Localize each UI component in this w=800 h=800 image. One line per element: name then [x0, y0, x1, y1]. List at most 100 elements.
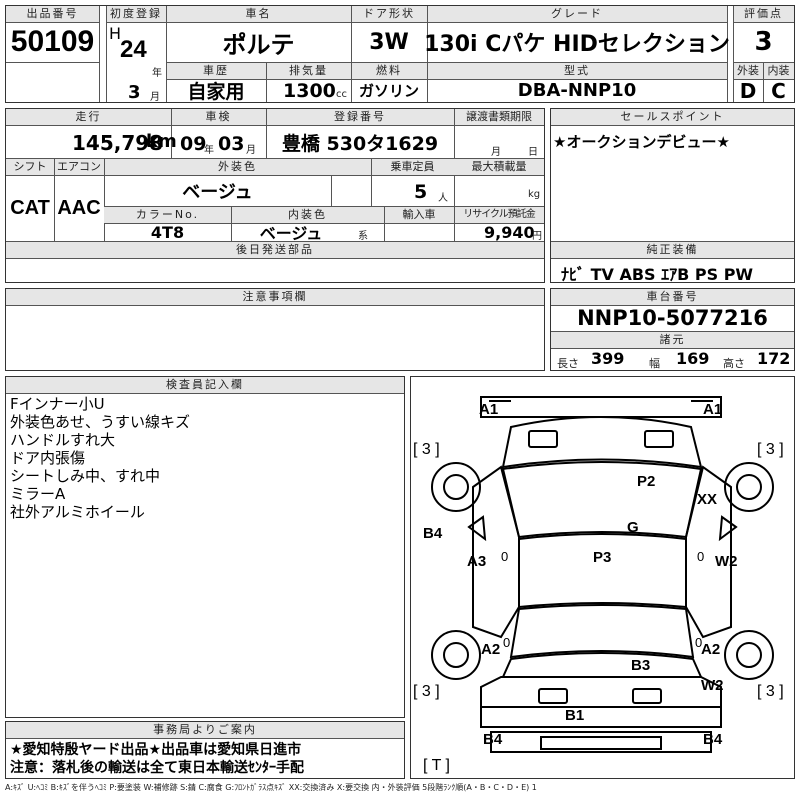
import-label: 輸入車: [384, 207, 454, 224]
specs-label: 諸元: [551, 331, 794, 349]
inspection-month: 03: [218, 133, 245, 155]
inspector-box: 検査員記入欄 Fインナー小U 外装色あせ、うすい線キズ ハンドルすれ大 ドア内張…: [5, 376, 405, 718]
capacity-label: 乗車定員: [371, 159, 454, 176]
damage-zero-3: 0: [503, 635, 511, 650]
damage-a1-front-right: A1: [703, 401, 723, 418]
inspector-label: 検査員記入欄: [6, 377, 404, 394]
lot-label: 出品番号: [6, 6, 99, 23]
height-label: 高さ: [723, 357, 745, 370]
model-code: DBA-NNP10: [517, 80, 637, 101]
notes-label: 注意事項欄: [6, 289, 544, 306]
damage-b4-left: B4: [423, 525, 443, 542]
inspection-month-unit: 月: [246, 145, 256, 156]
inspection-year: 09: [180, 133, 207, 155]
inspector-line: 社外アルミホイール: [10, 503, 145, 521]
registration-number: 豊橋 530タ1629: [281, 132, 439, 155]
chassis-label: 車台番号: [551, 289, 794, 306]
damage-w2-right: W2: [715, 553, 738, 570]
max-load-unit: kg: [528, 189, 541, 200]
sales-point-box: セールスポイント ★オークションデビュー★ 純正装備 ﾅﾋﾞ TV ABS ｴｱ…: [550, 108, 795, 284]
chassis-box: 車台番号 NNP10-5077216 諸元 長さ 399 幅 169 高さ 17…: [550, 288, 795, 371]
color-no-label: カラーNo.: [104, 207, 231, 224]
transfer-day-unit: 日: [528, 147, 538, 158]
damage-b1: B1: [565, 707, 585, 724]
damage-zero-1: 0: [501, 549, 509, 564]
int-color-unit: 系: [358, 231, 368, 242]
int-color-value: ベージュ: [259, 224, 323, 243]
damage-w2-rear: W2: [701, 677, 724, 694]
width-label: 幅: [649, 357, 660, 370]
car-name-label: 車名: [166, 6, 351, 23]
legend-text: A:ｷｽﾞ U:ﾍｺﾐ B:ｷｽﾞを伴うﾍｺﾐ P:要塗装 W:補修跡 S:錆 …: [5, 783, 537, 792]
ext-color-label: 外装色: [104, 159, 371, 176]
height-value: 172: [757, 349, 791, 368]
length-label: 長さ: [557, 357, 579, 370]
damage-b4-rear-left: B4: [483, 731, 503, 748]
damage-zero-2: 0: [697, 549, 705, 564]
width-value: 169: [676, 349, 710, 368]
damage-a2-right: A2: [701, 641, 721, 658]
first-reg-month: 3: [128, 82, 141, 103]
office-box: 事務局よりご案内 ★愛知特殷ヤード出品★出品車は愛知県日進市 注意：落札後の輸送…: [5, 721, 405, 779]
mileage-unit: km: [146, 131, 177, 152]
damage-a3: A3: [467, 553, 487, 570]
car-outline: [431, 396, 774, 753]
aircon-value: AAC: [57, 196, 101, 219]
color-no-value: 4T8: [150, 222, 185, 242]
damage-p3: P3: [593, 549, 612, 566]
capacity-unit: 人: [438, 193, 448, 204]
first-reg-month-unit: 月: [150, 92, 160, 103]
office-label: 事務局よりご案内: [6, 722, 404, 739]
first-reg-label: 初度登録: [106, 6, 166, 23]
inspector-line: ドア内張傷: [10, 449, 86, 467]
capacity-value: 5: [414, 181, 428, 203]
length-value: 399: [591, 349, 625, 368]
int-grade-value: C: [771, 78, 786, 103]
fuel-value: ガソリン: [358, 82, 419, 100]
recycle-value: 9,940: [484, 223, 535, 242]
model-label: 型式: [427, 63, 727, 80]
damage-g: G: [627, 519, 639, 536]
fuel-label: 燃料: [351, 63, 427, 80]
damage-b3: B3: [631, 657, 651, 674]
office-line-2: 注意：落札後の輸送は全て東日本輸送ｾﾝﾀｰ手配: [10, 760, 304, 776]
displacement-label: 排気量: [266, 63, 351, 80]
damage-p2: P2: [637, 473, 656, 490]
lot-number: 50109: [10, 25, 95, 58]
equipment-label: 純正装備: [551, 242, 794, 259]
notes-box: 注意事項欄: [5, 288, 545, 371]
score-value: 3: [754, 27, 773, 57]
vehicle-detail-box: 走行 車検 登録番号 譲渡書類期限 145,798 km 09 年 03 月 豊…: [5, 108, 545, 283]
chassis-number: NNP10-5077216: [577, 306, 768, 330]
first-reg-year-unit: 年: [152, 68, 162, 79]
int-grade-label: 内装: [763, 63, 794, 80]
car-name: ポルテ: [222, 30, 295, 59]
later-parts-label: 後日発送部品: [6, 242, 544, 259]
history-value: 自家用: [187, 81, 245, 103]
grade-value: 130i Cパケ HIDセレクション: [424, 32, 730, 57]
first-reg-year: 24: [120, 36, 147, 63]
damage-a2-left: A2: [481, 641, 501, 658]
displacement-value: 1300: [283, 80, 336, 102]
sales-point-value: ★オークションデビュー★: [553, 133, 730, 151]
max-load-label: 最大積載量: [454, 159, 544, 176]
tire-front-left: [ 3 ]: [413, 441, 440, 458]
equipment-value: ﾅﾋﾞ TV ABS ｴｱB PS PW: [561, 265, 754, 284]
door-label: ドア形状: [351, 6, 427, 23]
door-type: 3W: [369, 29, 409, 55]
inspection-label: 車検: [171, 109, 266, 126]
recycle-label: リサイクル預託金: [454, 207, 544, 224]
ext-grade-value: D: [739, 78, 757, 103]
ext-grade-label: 外装: [733, 63, 763, 80]
inspector-notes: Fインナー小U 外装色あせ、うすい線キズ ハンドルすれ大 ドア内張傷 シートしみ…: [10, 395, 190, 521]
recycle-unit: 円: [532, 231, 542, 242]
displacement-unit: cc: [336, 89, 347, 100]
shift-value: CAT: [10, 196, 50, 219]
aircon-label: エアコン: [54, 159, 104, 176]
damage-xx: XX: [697, 491, 718, 508]
score-label: 評価点: [733, 6, 794, 23]
damage-diagram-box: A1 A1 [ 3 ] [ 3 ] P2 XX G B4 P3 A3 0 0 W…: [410, 376, 795, 779]
shift-label: シフト: [6, 159, 54, 176]
tire-rear-left: [ 3 ]: [413, 683, 440, 700]
grade-label: グレード: [427, 6, 727, 23]
